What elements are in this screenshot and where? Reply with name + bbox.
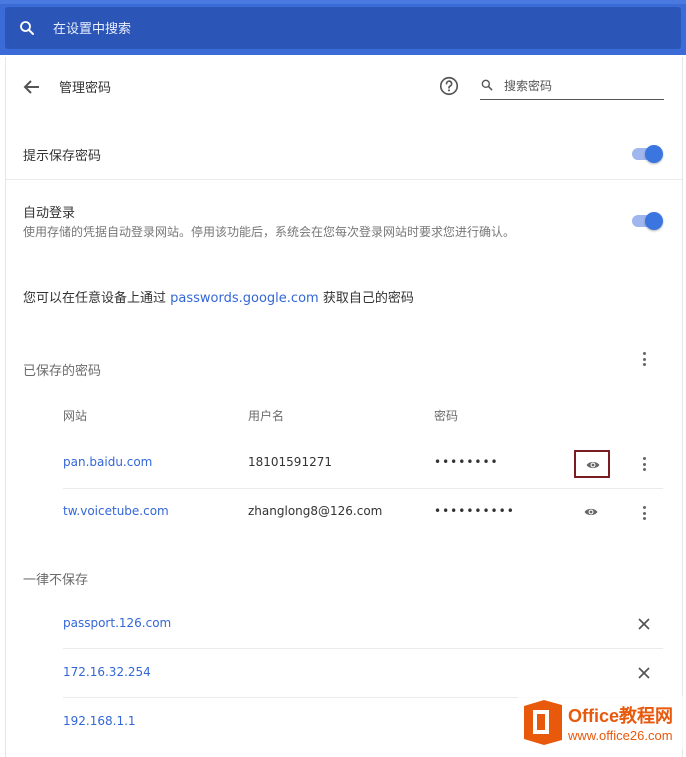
saved-username: 18101591271 bbox=[248, 455, 332, 469]
settings-search-box[interactable] bbox=[5, 7, 681, 49]
saved-password: •••••••• bbox=[434, 455, 499, 469]
toggle-knob bbox=[645, 212, 663, 230]
search-icon bbox=[481, 79, 493, 91]
office26-watermark: Office教程网 www.office26.com bbox=[518, 696, 686, 749]
saved-site[interactable]: tw.voicetube.com bbox=[63, 504, 169, 518]
never-saved-title: 一律不保存 bbox=[23, 573, 89, 588]
password-search-input[interactable] bbox=[502, 75, 664, 97]
auto-signin-row: 自动登录 使用存储的凭据自动登录网站。停用该功能后，系统会在您每次登录网站时要求… bbox=[6, 180, 682, 250]
list-item[interactable]: 172.16.32.254 bbox=[6, 649, 682, 697]
offer-save-row: 提示保存密码 bbox=[6, 129, 682, 179]
auto-signin-label: 自动登录 bbox=[23, 206, 76, 221]
show-password-button[interactable] bbox=[574, 499, 610, 527]
show-password-button[interactable] bbox=[574, 450, 610, 478]
eye-icon bbox=[584, 508, 598, 516]
search-icon bbox=[20, 21, 34, 35]
more-vert-icon[interactable] bbox=[635, 454, 655, 474]
never-saved-site[interactable]: passport.126.com bbox=[63, 616, 171, 630]
auto-signin-description: 使用存储的凭据自动登录网站。停用该功能后，系统会在您每次登录网站时要求您进行确认… bbox=[23, 225, 516, 239]
sync-info: 您可以在任意设备上通过 passwords.google.com 获取自己的密码 bbox=[23, 287, 414, 306]
eye-icon bbox=[586, 461, 600, 469]
top-toolbar bbox=[0, 0, 686, 57]
manage-passwords-card: 管理密码 提示保存密码 自动登录 使用存储的凭据自动登录网站。停用该功能后，系统… bbox=[5, 57, 683, 757]
column-header-password: 密码 bbox=[434, 409, 459, 423]
help-icon[interactable] bbox=[438, 75, 460, 97]
watermark-url: www.office26.com bbox=[567, 728, 673, 743]
never-saved-site[interactable]: 192.168.1.1 bbox=[63, 714, 136, 728]
password-search-box[interactable] bbox=[480, 73, 664, 100]
page-title: 管理密码 bbox=[59, 81, 112, 96]
settings-search-input[interactable] bbox=[51, 16, 555, 42]
more-vert-icon[interactable] bbox=[635, 349, 655, 369]
office-logo-icon: Office教程网 www.office26.com bbox=[518, 696, 686, 749]
toggle-knob bbox=[645, 145, 663, 163]
sync-prefix: 您可以在任意设备上通过 bbox=[23, 291, 171, 306]
table-row[interactable]: tw.voicetube.com zhanglong8@126.com ••••… bbox=[6, 489, 682, 537]
close-icon[interactable] bbox=[634, 614, 654, 634]
saved-username: zhanglong8@126.com bbox=[248, 504, 383, 518]
saved-site[interactable]: pan.baidu.com bbox=[63, 455, 152, 469]
list-item[interactable]: passport.126.com bbox=[6, 600, 682, 648]
more-vert-icon[interactable] bbox=[635, 503, 655, 523]
sync-suffix: 获取自己的密码 bbox=[318, 291, 414, 306]
saved-passwords-title: 已保存的密码 bbox=[23, 364, 102, 379]
offer-save-label: 提示保存密码 bbox=[23, 149, 102, 164]
offer-save-toggle[interactable] bbox=[631, 144, 663, 164]
column-header-site: 网站 bbox=[63, 409, 88, 423]
auto-signin-toggle[interactable] bbox=[631, 211, 663, 231]
close-icon[interactable] bbox=[634, 663, 654, 683]
column-header-username: 用户名 bbox=[248, 409, 285, 423]
table-row[interactable]: pan.baidu.com 18101591271 •••••••• bbox=[6, 440, 682, 488]
page-header: 管理密码 bbox=[6, 57, 682, 117]
saved-password: •••••••••• bbox=[434, 504, 515, 518]
watermark-brand: Office教程网 bbox=[568, 705, 673, 726]
passwords-google-link[interactable]: passwords.google.com bbox=[170, 291, 319, 306]
arrow-back-icon[interactable] bbox=[20, 75, 44, 99]
never-saved-site[interactable]: 172.16.32.254 bbox=[63, 665, 151, 679]
